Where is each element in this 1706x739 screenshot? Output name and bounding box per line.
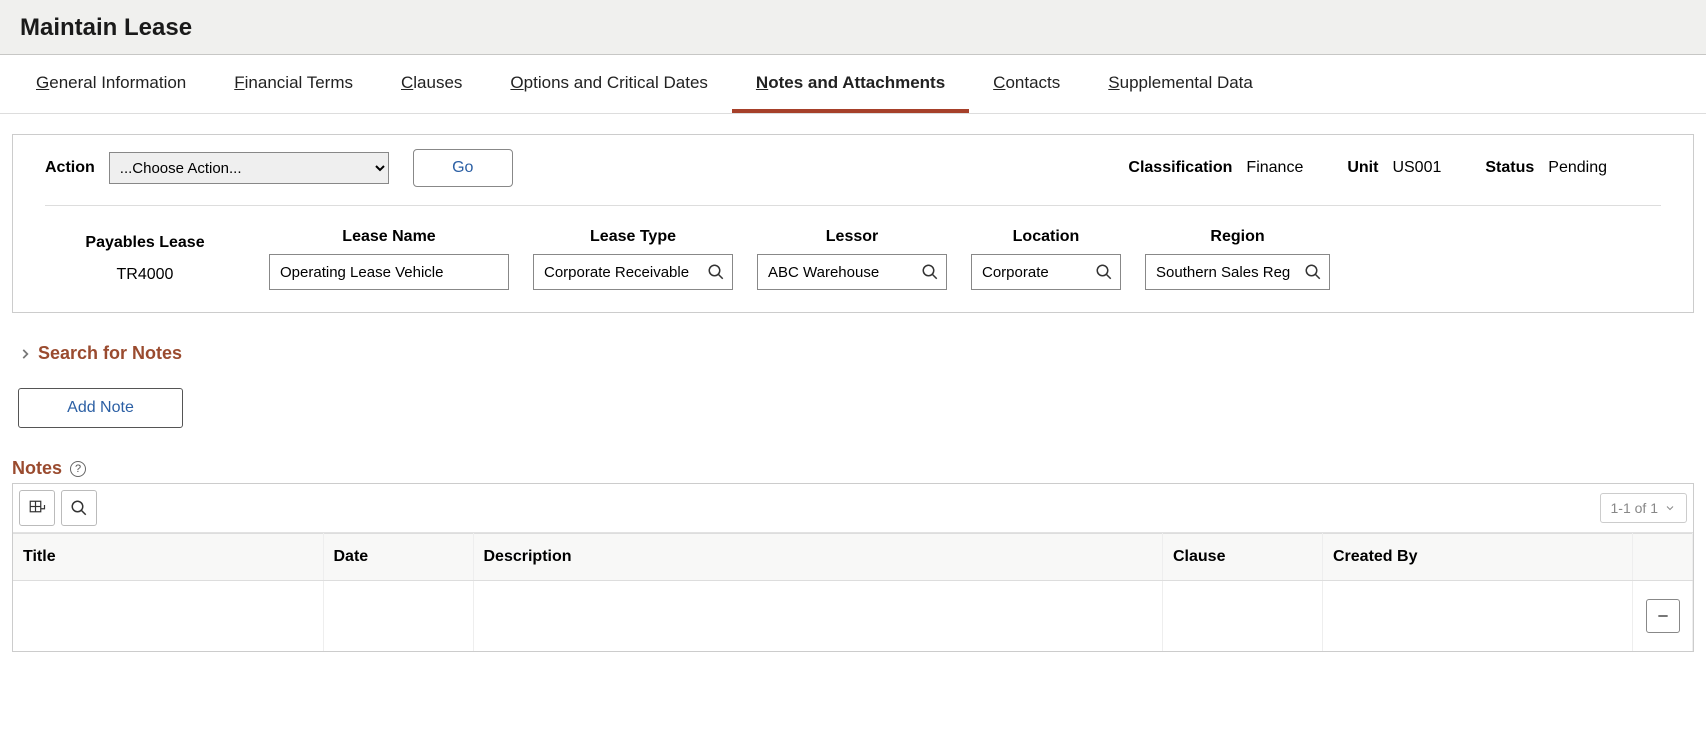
status-value: Pending bbox=[1548, 159, 1607, 177]
search-icon[interactable] bbox=[1304, 263, 1322, 281]
find-button[interactable] bbox=[61, 490, 97, 526]
payables-lease-value: TR4000 bbox=[117, 260, 174, 290]
delete-row-button[interactable] bbox=[1646, 599, 1680, 633]
chevron-right-icon bbox=[18, 347, 32, 361]
unit-value: US001 bbox=[1392, 159, 1441, 177]
search-for-notes-label: Search for Notes bbox=[38, 343, 182, 364]
pager-dropdown[interactable]: 1-1 of 1 bbox=[1600, 493, 1687, 523]
classification-value: Finance bbox=[1246, 159, 1303, 177]
status-label: Status bbox=[1485, 159, 1534, 177]
cell-created-by bbox=[1323, 581, 1633, 652]
tab-supplemental-data[interactable]: Supplemental Data bbox=[1084, 55, 1277, 113]
go-button[interactable]: Go bbox=[413, 149, 513, 187]
tab-financial-terms[interactable]: Financial Terms bbox=[210, 55, 377, 113]
grid-settings-button[interactable] bbox=[19, 490, 55, 526]
lease-name-input[interactable] bbox=[269, 254, 509, 290]
grid-icon bbox=[28, 499, 46, 517]
region-input[interactable] bbox=[1145, 254, 1330, 290]
tab-contacts[interactable]: Contacts bbox=[969, 55, 1084, 113]
lease-info-panel: Action ...Choose Action... Go Classifica… bbox=[12, 134, 1694, 313]
column-date[interactable]: Date bbox=[323, 534, 473, 581]
page-title: Maintain Lease bbox=[20, 14, 1686, 42]
action-label: Action bbox=[45, 159, 95, 177]
lease-name-label: Lease Name bbox=[342, 228, 435, 246]
notes-table-container: 1-1 of 1 Title Date Description Clause C… bbox=[12, 483, 1694, 652]
action-select[interactable]: ...Choose Action... bbox=[109, 152, 389, 184]
pager-text: 1-1 of 1 bbox=[1611, 500, 1658, 516]
column-description[interactable]: Description bbox=[473, 534, 1163, 581]
tab-general-information[interactable]: General Information bbox=[12, 55, 210, 113]
cell-date bbox=[323, 581, 473, 652]
column-actions bbox=[1633, 534, 1693, 581]
column-title[interactable]: Title bbox=[13, 534, 323, 581]
cell-clause bbox=[1163, 581, 1323, 652]
tab-options-critical-dates[interactable]: Options and Critical Dates bbox=[486, 55, 732, 113]
chevron-down-icon bbox=[1664, 502, 1676, 514]
notes-table: Title Date Description Clause Created By bbox=[13, 533, 1693, 651]
lease-type-label: Lease Type bbox=[590, 228, 676, 246]
region-label: Region bbox=[1210, 228, 1264, 246]
search-for-notes-toggle[interactable]: Search for Notes bbox=[18, 343, 1694, 364]
search-icon bbox=[70, 499, 88, 517]
column-created-by[interactable]: Created By bbox=[1323, 534, 1633, 581]
lease-type-input[interactable] bbox=[533, 254, 733, 290]
classification-label: Classification bbox=[1128, 159, 1232, 177]
tab-notes-attachments[interactable]: Notes and Attachments bbox=[732, 55, 969, 113]
notes-heading: Notes bbox=[12, 458, 62, 479]
header-bar: Maintain Lease bbox=[0, 0, 1706, 55]
column-clause[interactable]: Clause bbox=[1163, 534, 1323, 581]
help-icon[interactable]: ? bbox=[70, 461, 86, 477]
lessor-input[interactable] bbox=[757, 254, 947, 290]
search-icon[interactable] bbox=[921, 263, 939, 281]
table-row bbox=[13, 581, 1693, 652]
unit-label: Unit bbox=[1347, 159, 1378, 177]
add-note-button[interactable]: Add Note bbox=[18, 388, 183, 428]
search-icon[interactable] bbox=[1095, 263, 1113, 281]
tab-clauses[interactable]: Clauses bbox=[377, 55, 486, 113]
search-icon[interactable] bbox=[707, 263, 725, 281]
cell-title bbox=[13, 581, 323, 652]
location-label: Location bbox=[1013, 228, 1080, 246]
tabs-bar: General Information Financial Terms Clau… bbox=[0, 55, 1706, 114]
lessor-label: Lessor bbox=[826, 228, 878, 246]
payables-lease-label: Payables Lease bbox=[85, 234, 204, 252]
minus-icon bbox=[1655, 608, 1671, 624]
cell-description bbox=[473, 581, 1163, 652]
